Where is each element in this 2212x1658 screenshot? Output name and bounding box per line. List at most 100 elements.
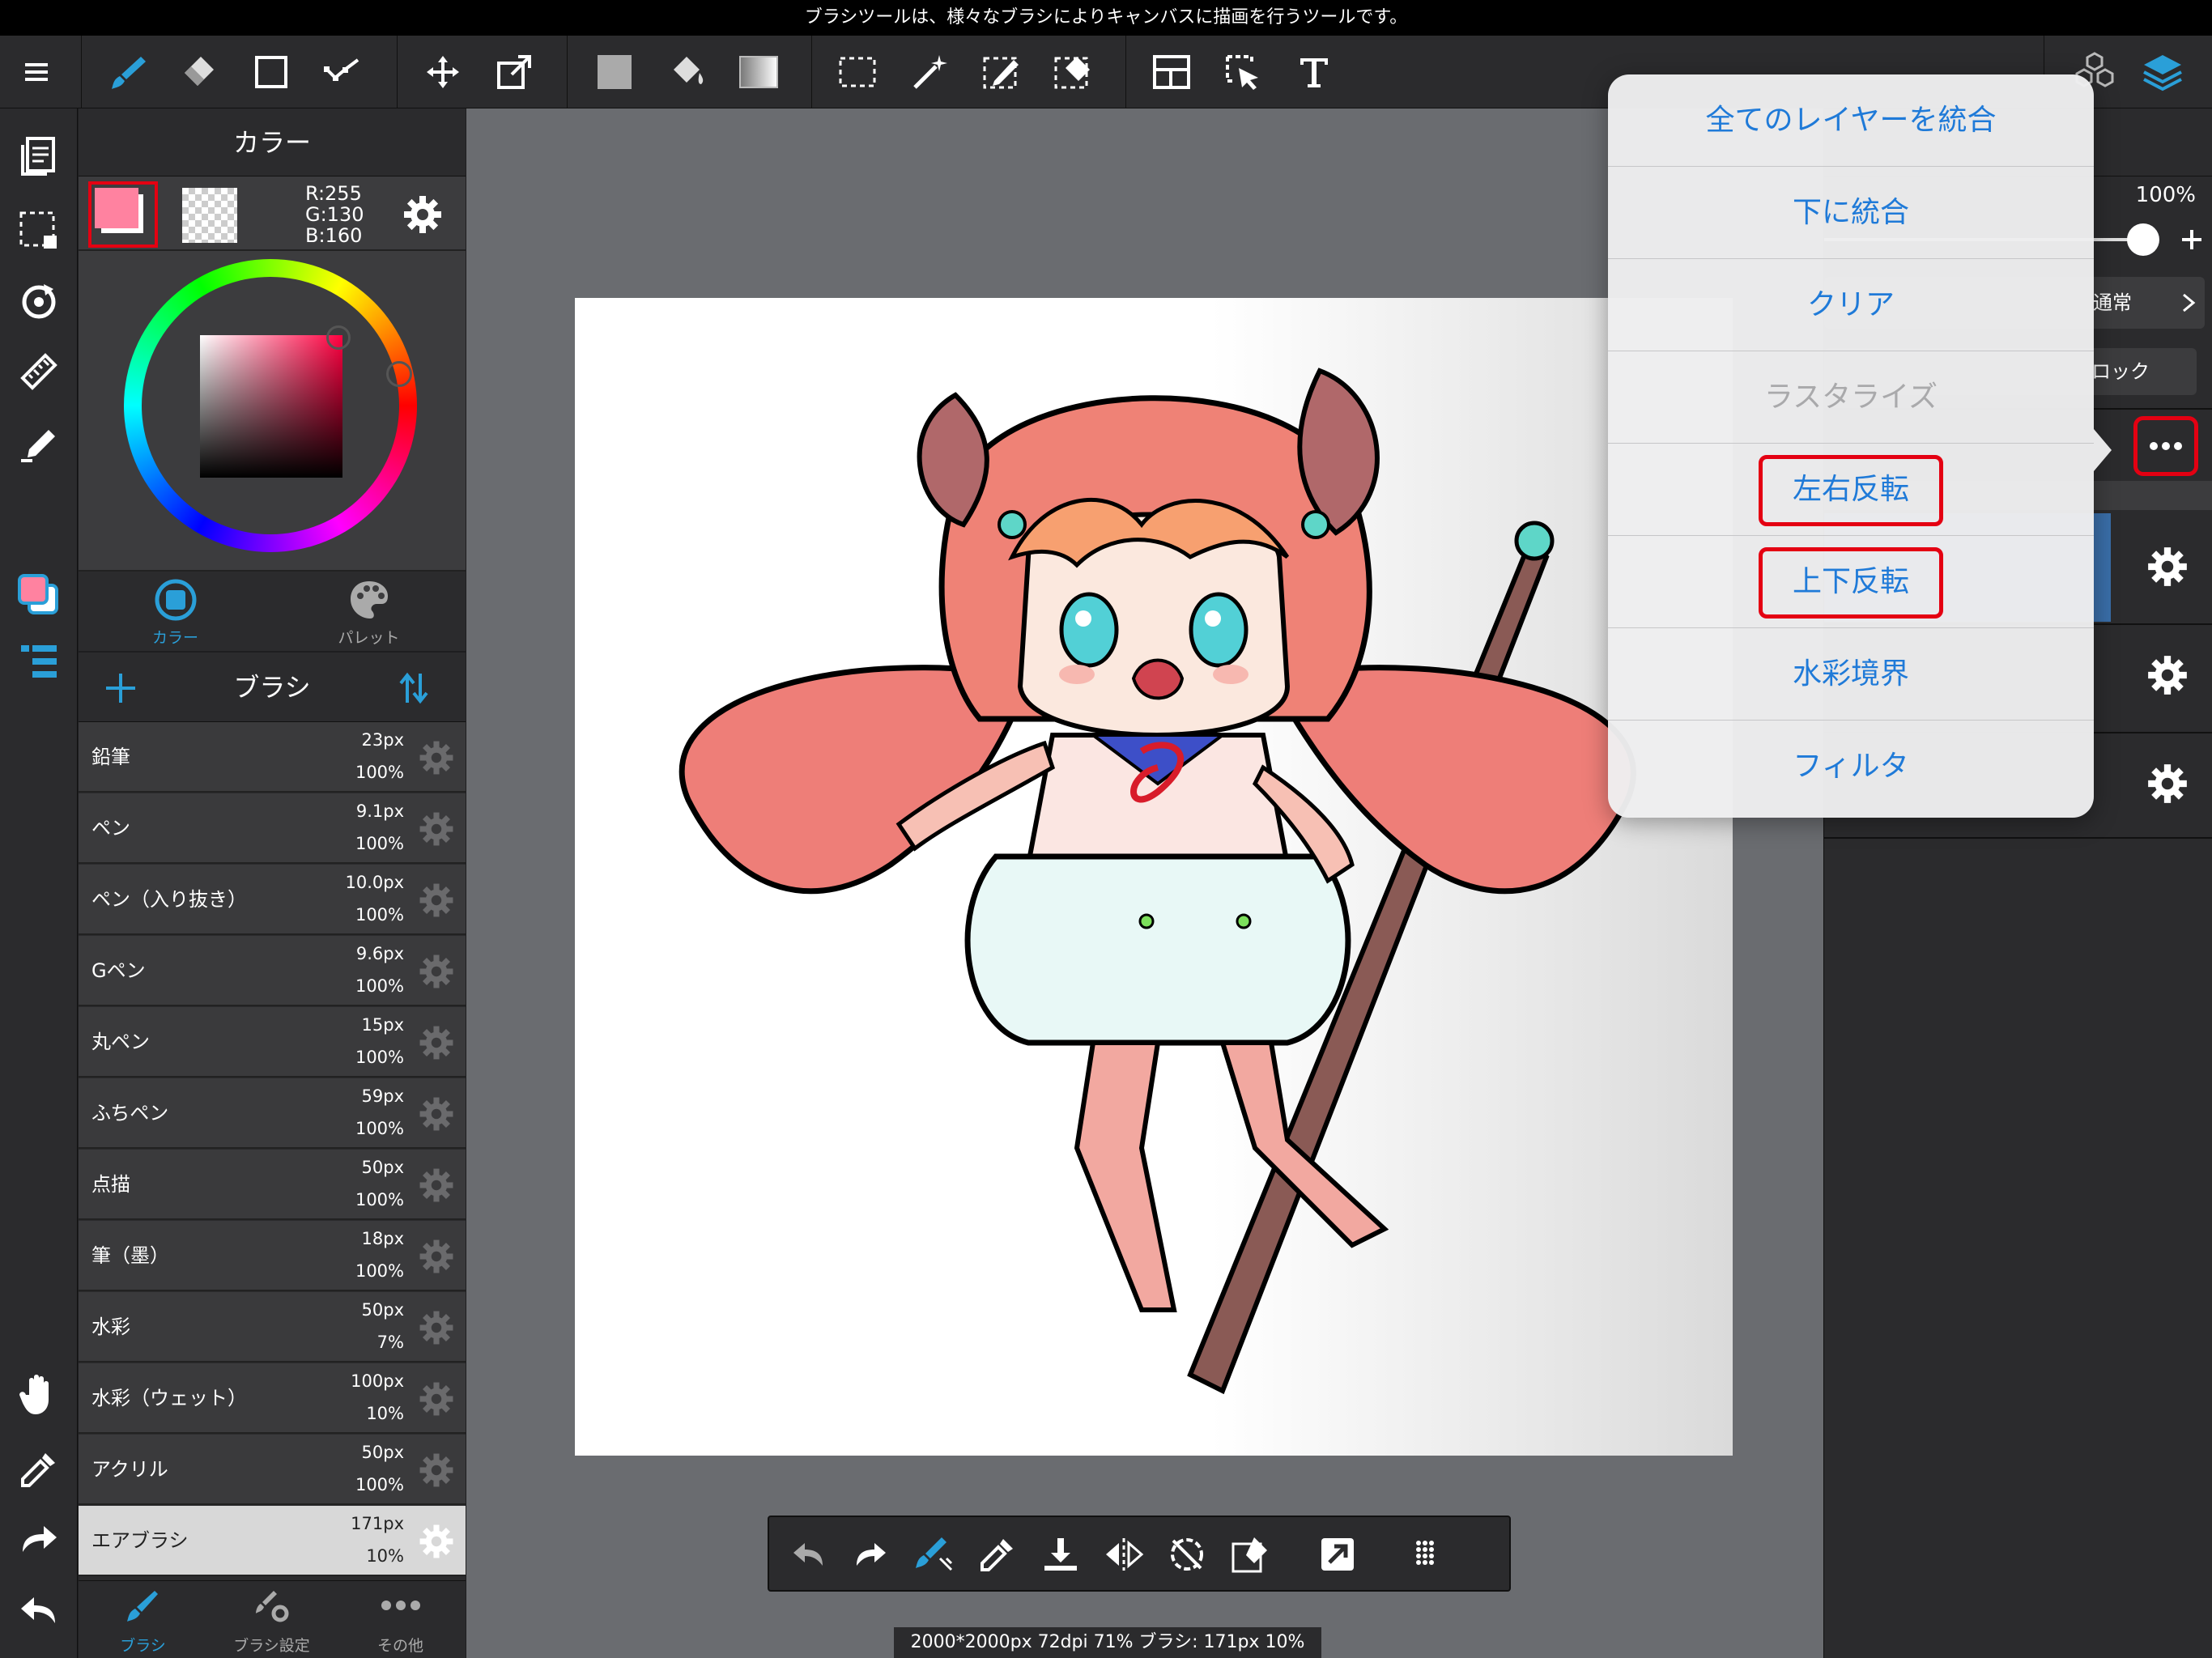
brush-opacity: 100% <box>355 763 404 782</box>
brush-settings-gear-icon[interactable] <box>417 1380 456 1418</box>
brush-item[interactable]: ペン 9.1px 100% <box>79 793 466 864</box>
operation-icon[interactable] <box>1218 47 1268 97</box>
transform-icon[interactable] <box>489 47 539 97</box>
flip-horizontal-icon[interactable] <box>1100 1530 1148 1579</box>
brush-icon[interactable] <box>104 47 154 97</box>
brush-size: 50px <box>361 1158 404 1177</box>
opacity-plus-icon[interactable] <box>2177 225 2206 254</box>
snap-icon[interactable] <box>12 416 66 470</box>
brush-size: 100px <box>351 1371 404 1391</box>
rotate-icon[interactable] <box>12 275 66 329</box>
magic-wand-icon[interactable] <box>905 47 955 97</box>
brush-item[interactable]: Gペン 9.6px 100% <box>79 936 466 1006</box>
brush-item[interactable]: 水彩（ウェット） 100px 10% <box>79 1363 466 1434</box>
hue-cursor[interactable] <box>386 361 412 387</box>
layers-icon[interactable] <box>2138 47 2188 97</box>
brush-item[interactable]: 点描 50px 100% <box>79 1150 466 1220</box>
brush-item[interactable]: 水彩 50px 7% <box>79 1292 466 1363</box>
add-brush-icon[interactable] <box>103 670 138 706</box>
brush-name: 筆（墨） <box>91 1244 169 1267</box>
tab-brush-settings[interactable]: ブラシ設定 <box>207 1581 336 1658</box>
brush-name: 丸ペン <box>91 1031 150 1053</box>
brush-name: 水彩（ウェット） <box>91 1387 247 1409</box>
bucket-icon[interactable] <box>662 47 713 97</box>
brush-settings-gear-icon[interactable] <box>417 881 456 920</box>
color-swatch-icon[interactable] <box>12 568 66 622</box>
color-row: R:255 G:130 B:160 <box>79 176 466 251</box>
clear-selection-icon[interactable] <box>1226 1530 1274 1579</box>
brush-settings-gear-icon[interactable] <box>417 738 456 777</box>
page-manager-icon[interactable] <box>12 130 66 183</box>
brush-item[interactable]: 丸ペン 15px 100% <box>79 1007 466 1078</box>
transparent-color-swatch[interactable] <box>182 188 237 243</box>
lock-label: ロック <box>2091 360 2150 383</box>
undo-bottom-icon[interactable] <box>784 1530 832 1579</box>
fill-color-icon[interactable] <box>589 47 640 97</box>
brush-settings-gear-icon[interactable] <box>417 1095 456 1133</box>
menu-item[interactable]: クリア <box>1608 259 2094 351</box>
saturation-cursor[interactable] <box>326 325 351 350</box>
saturation-square[interactable] <box>200 335 342 478</box>
brush-item[interactable]: 筆（墨） 18px 100% <box>79 1221 466 1291</box>
undo-icon[interactable] <box>12 1584 66 1637</box>
brush-settings-gear-icon[interactable] <box>417 1237 456 1276</box>
brush-settings-gear-icon[interactable] <box>417 952 456 991</box>
brush-size: 15px <box>361 1015 404 1035</box>
brush-settings-gear-icon[interactable] <box>417 1451 456 1490</box>
brush-swap-icon[interactable] <box>910 1530 959 1579</box>
marquee-icon[interactable] <box>832 47 883 97</box>
select-eraser-icon[interactable] <box>1048 47 1098 97</box>
brush-settings-gear-icon[interactable] <box>417 1522 456 1561</box>
layer-1-gear-icon[interactable] <box>2145 544 2190 589</box>
menu-item[interactable]: 水彩境界 <box>1608 628 2094 721</box>
frame-icon[interactable] <box>1146 47 1197 97</box>
gradient-icon[interactable] <box>734 47 784 97</box>
tab-palette[interactable]: パレット <box>272 572 466 653</box>
brush-list-icon[interactable] <box>12 635 66 688</box>
brush-settings-gear-icon[interactable] <box>417 810 456 848</box>
brush-item[interactable]: エアブラシ 171px 10% <box>79 1506 466 1576</box>
ruler-icon[interactable] <box>12 345 66 398</box>
redo-icon[interactable] <box>12 1512 66 1566</box>
sort-brush-icon[interactable] <box>396 670 432 706</box>
rotate-reset-icon[interactable] <box>1163 1530 1211 1579</box>
rectangle-icon[interactable] <box>246 47 296 97</box>
tab-other[interactable]: その他 <box>336 1581 465 1658</box>
brush-settings-gear-icon[interactable] <box>417 1308 456 1347</box>
tab-brush[interactable]: ブラシ <box>79 1581 207 1658</box>
primary-color-swatch[interactable] <box>88 181 158 248</box>
brush-item[interactable]: 鉛筆 23px 100% <box>79 722 466 793</box>
brush-settings-gear-icon[interactable] <box>417 1023 456 1062</box>
bottom-toolbar <box>768 1516 1511 1592</box>
brush-item[interactable]: アクリル 50px 100% <box>79 1435 466 1505</box>
hand-icon[interactable] <box>12 1368 66 1422</box>
layer-more-button[interactable] <box>2133 416 2198 476</box>
menu-icon[interactable] <box>11 47 62 97</box>
layer-2-gear-icon[interactable] <box>2145 653 2190 698</box>
brush-settings-gear-icon[interactable] <box>417 1166 456 1205</box>
eyedropper-icon[interactable] <box>12 1443 66 1496</box>
red-value: R:255 <box>305 182 362 205</box>
grid-menu-icon[interactable] <box>1401 1530 1449 1579</box>
color-settings-gear-icon[interactable] <box>401 193 445 236</box>
tab-color[interactable]: カラー <box>79 572 272 653</box>
color-panel-title: カラー <box>79 108 466 176</box>
select-pen-icon[interactable] <box>976 47 1027 97</box>
move-icon[interactable] <box>418 47 468 97</box>
layer-3-gear-icon[interactable] <box>2145 761 2190 806</box>
share-icon[interactable] <box>1313 1530 1362 1579</box>
save-download-icon[interactable] <box>1036 1530 1085 1579</box>
drawing-canvas[interactable] <box>575 298 1733 1456</box>
menu-item[interactable]: 下に統合 <box>1608 167 2094 259</box>
redo-bottom-icon[interactable] <box>847 1530 895 1579</box>
text-icon[interactable] <box>1289 47 1339 97</box>
opacity-slider-thumb[interactable] <box>2127 223 2159 256</box>
menu-item[interactable]: フィルタ <box>1608 721 2094 813</box>
select-path-icon[interactable] <box>317 47 368 97</box>
brush-item[interactable]: ペン（入り抜き） 10.0px 100% <box>79 865 466 935</box>
menu-item[interactable]: 全てのレイヤーを統合 <box>1608 74 2094 167</box>
brush-item[interactable]: ふちペン 59px 100% <box>79 1078 466 1149</box>
selection-area-icon[interactable] <box>12 204 66 257</box>
eyedropper-bottom-icon[interactable] <box>973 1530 1022 1579</box>
eraser-icon[interactable] <box>173 47 223 97</box>
